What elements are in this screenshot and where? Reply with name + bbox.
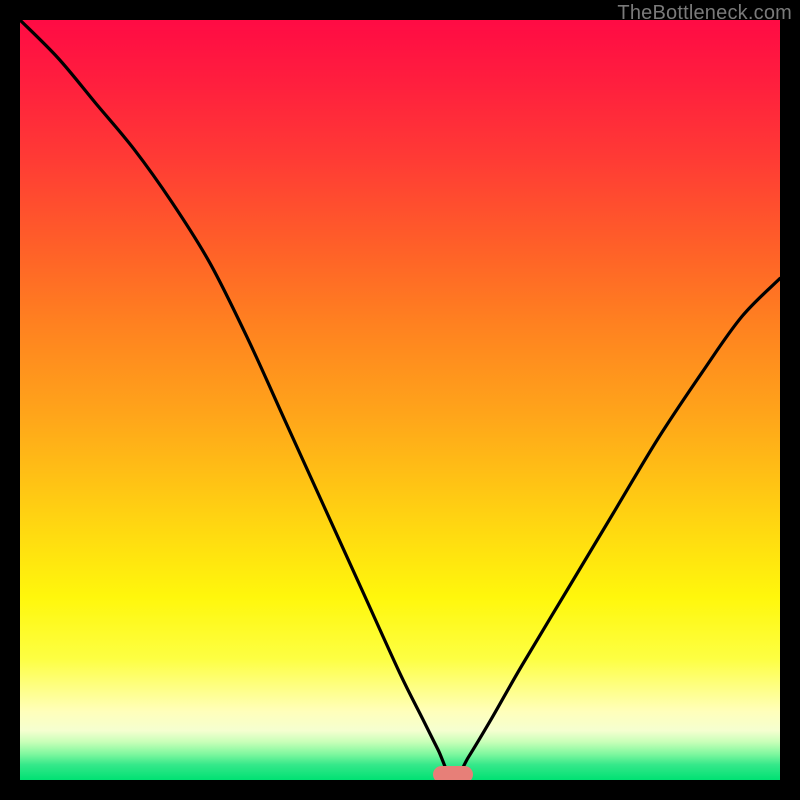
plot-area bbox=[20, 20, 780, 780]
watermark-text: TheBottleneck.com bbox=[617, 2, 792, 25]
min-marker bbox=[433, 766, 473, 780]
bottleneck-curve bbox=[20, 20, 780, 780]
chart-frame: TheBottleneck.com bbox=[0, 0, 800, 800]
